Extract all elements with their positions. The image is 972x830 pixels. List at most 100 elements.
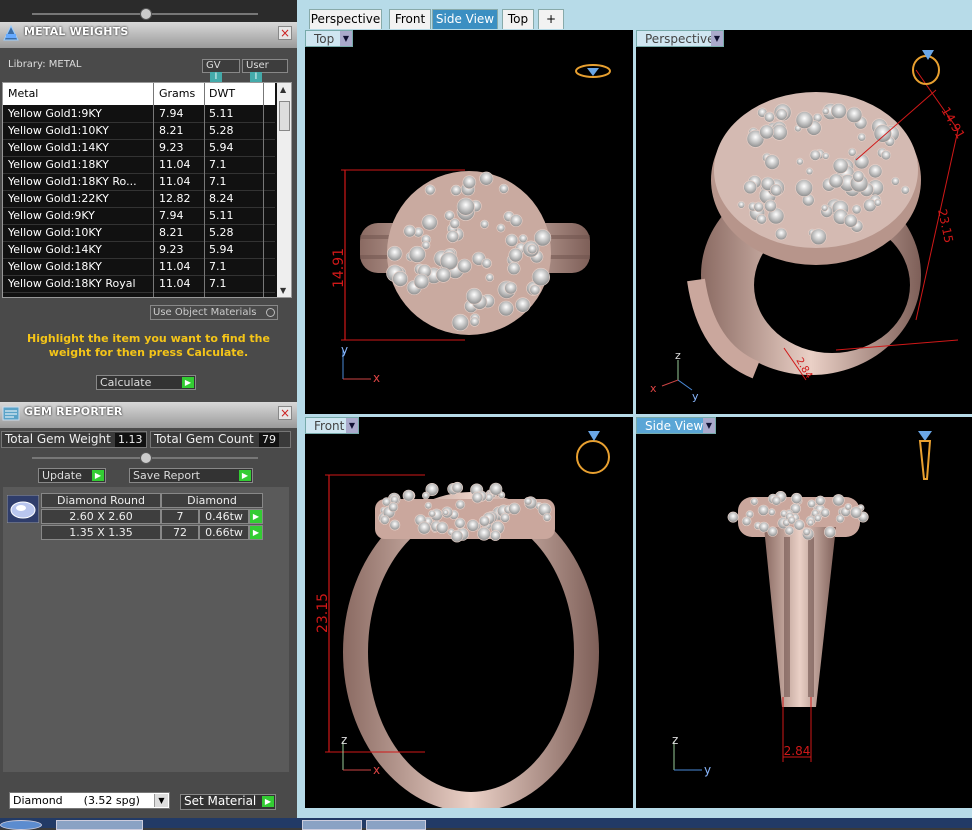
gem-stone <box>784 525 795 536</box>
gem-stone <box>759 124 775 140</box>
table-row[interactable]: Yellow Gold1:18KY Ro... 11.04 7.1 <box>3 174 275 191</box>
table-row[interactable]: Yellow Gold:14KY 9.23 5.94 <box>3 242 275 259</box>
calculate-button[interactable]: Calculate ▶ <box>96 375 196 390</box>
perspective-view-render: 14.91 23.15 2.84 z x y <box>650 50 968 403</box>
table-row[interactable]: Yellow Gold1:14KY 9.23 5.94 <box>3 140 275 157</box>
gem-reporter-close-button[interactable]: × <box>278 406 292 420</box>
gv-toggle[interactable]: GVI <box>202 59 240 83</box>
viewport-side[interactable]: 2.84 z y Side View ▼ <box>636 417 972 808</box>
metal-table[interactable]: Metal Grams DWT Yellow Gold1:9KY 7.94 5.11… <box>2 82 292 298</box>
metal-table-scrollbar[interactable]: ▲ ▼ <box>277 83 291 297</box>
chevron-down-icon[interactable]: ▼ <box>340 31 352 46</box>
gem-stone <box>853 153 870 170</box>
gem-row-play-button[interactable]: ▶ <box>249 525 263 540</box>
chevron-down-icon[interactable]: ▼ <box>154 794 168 807</box>
grams-cell: 12.82 <box>159 192 191 205</box>
table-row[interactable]: Yellow Gold1:9KY 7.94 5.11 <box>3 106 275 123</box>
grams-cell: 11.04 <box>159 158 191 171</box>
dwt-cell: 5.28 <box>209 226 234 239</box>
use-object-materials-radio[interactable] <box>266 308 275 317</box>
gem-stone <box>750 497 759 506</box>
set-material-button[interactable]: Set Material ▶ <box>180 794 276 810</box>
taskbar-item[interactable] <box>302 820 362 830</box>
chevron-down-icon[interactable]: ▼ <box>346 418 358 433</box>
gem-stone <box>417 521 431 535</box>
metal-weights-title: METAL WEIGHTS <box>24 25 129 38</box>
viewport-perspective-label[interactable]: Perspective ▼ <box>636 30 724 47</box>
viewport-perspective-label-text: Perspective <box>645 32 715 46</box>
gem-stone <box>504 281 518 295</box>
gem-stone <box>509 214 523 227</box>
chevron-down-icon[interactable]: ▼ <box>703 418 715 433</box>
metal-name-cell: Yellow Gold1:10KY <box>8 124 109 137</box>
column-header-metal[interactable]: Metal <box>8 87 38 100</box>
taskbar-item[interactable] <box>56 820 143 830</box>
gem-stone <box>480 219 490 229</box>
gem-weight-cell: 0.66tw <box>199 525 249 540</box>
table-row[interactable]: Yellow Gold:10KY 8.21 5.28 <box>3 225 275 242</box>
viewport-front[interactable]: 23.15 z x Front ▼ <box>305 417 633 808</box>
splitter-knob[interactable] <box>140 452 152 464</box>
gem-stone <box>403 224 416 238</box>
gem-stone <box>469 316 480 327</box>
material-select-value: Diamond (3.52 spg) <box>13 794 140 807</box>
gem-row-play-button[interactable]: ▶ <box>249 509 263 524</box>
save-report-label: Save Report <box>133 469 200 482</box>
table-row[interactable]: Yellow Gold1:18KY 11.04 7.1 <box>3 157 275 174</box>
gem-stone <box>507 261 521 276</box>
viewport-side-label[interactable]: Side View ▼ <box>636 417 716 434</box>
table-row[interactable]: Yellow Gold:9KY 7.94 5.11 <box>3 208 275 225</box>
tab-side-view[interactable]: Side View <box>432 9 498 29</box>
persp-dim-label-2: 23.15 <box>935 208 956 245</box>
user-toggle[interactable]: UserI <box>242 59 288 83</box>
dwt-cell: 8.24 <box>209 192 234 205</box>
viewport-front-label[interactable]: Front ▼ <box>305 417 359 434</box>
side-axis-z-label: z <box>672 733 678 747</box>
tab-top[interactable]: Top <box>502 9 534 29</box>
column-header-dwt[interactable]: DWT <box>209 87 235 100</box>
table-row[interactable]: Yellow Gold:18KY Royal 11.04 7.1 <box>3 276 275 293</box>
grams-cell: 11.04 <box>159 175 191 188</box>
material-select[interactable]: Diamond (3.52 spg) ▼ <box>9 792 170 809</box>
tab-perspective[interactable]: Perspective <box>309 9 382 29</box>
side-dimension-label: 2.84 <box>784 744 811 758</box>
update-button[interactable]: Update ▶ <box>38 468 106 483</box>
view-tab-bar: Perspective Front Side View Top + <box>305 8 972 30</box>
gem-stone <box>505 233 519 247</box>
column-header-grams[interactable]: Grams <box>159 87 195 100</box>
use-object-materials-option[interactable]: Use Object Materials <box>150 305 278 320</box>
scroll-down-icon[interactable]: ▼ <box>280 286 286 295</box>
dwt-cell: 5.11 <box>209 107 234 120</box>
gem-stone <box>764 199 777 213</box>
table-row[interactable]: Yellow Gold1:22KY 12.82 8.24 <box>3 191 275 208</box>
start-button[interactable] <box>0 820 42 830</box>
viewport-top-label[interactable]: Top ▼ <box>305 30 353 47</box>
gem-stone <box>767 526 778 537</box>
tab-front[interactable]: Front <box>389 9 431 29</box>
metal-name-cell: Yellow Gold:14KY <box>8 243 102 256</box>
gem-stone <box>498 300 514 317</box>
taskbar-item[interactable] <box>366 820 426 830</box>
gem-count-cell: 7 <box>161 509 199 524</box>
gem-stone <box>392 270 409 287</box>
save-report-button[interactable]: Save Report ▶ <box>129 468 253 483</box>
gem-stone <box>820 508 830 518</box>
chevron-down-icon[interactable]: ▼ <box>711 31 723 46</box>
viewport-perspective[interactable]: 14.91 23.15 2.84 z x y Perspective ▼ <box>636 30 972 414</box>
scroll-thumb[interactable] <box>279 101 290 131</box>
gem-stone <box>890 176 900 186</box>
gem-stone <box>768 508 776 516</box>
viewport-top[interactable]: 14.91 y x Top ▼ <box>305 30 633 414</box>
gem-stone <box>450 184 462 196</box>
gem-stone <box>764 154 780 170</box>
ring-thumbnail-icon <box>912 50 940 85</box>
gem-stone <box>413 273 430 290</box>
metal-weights-close-button[interactable]: × <box>278 26 292 40</box>
dwt-cell: 5.11 <box>209 209 234 222</box>
add-tab-button[interactable]: + <box>538 9 564 29</box>
scroll-up-icon[interactable]: ▲ <box>280 85 286 94</box>
splitter-knob[interactable] <box>140 8 152 20</box>
gem-stone <box>828 173 844 189</box>
table-row[interactable]: Yellow Gold1:10KY 8.21 5.28 <box>3 123 275 140</box>
table-row[interactable]: Yellow Gold:18KY 11.04 7.1 <box>3 259 275 276</box>
